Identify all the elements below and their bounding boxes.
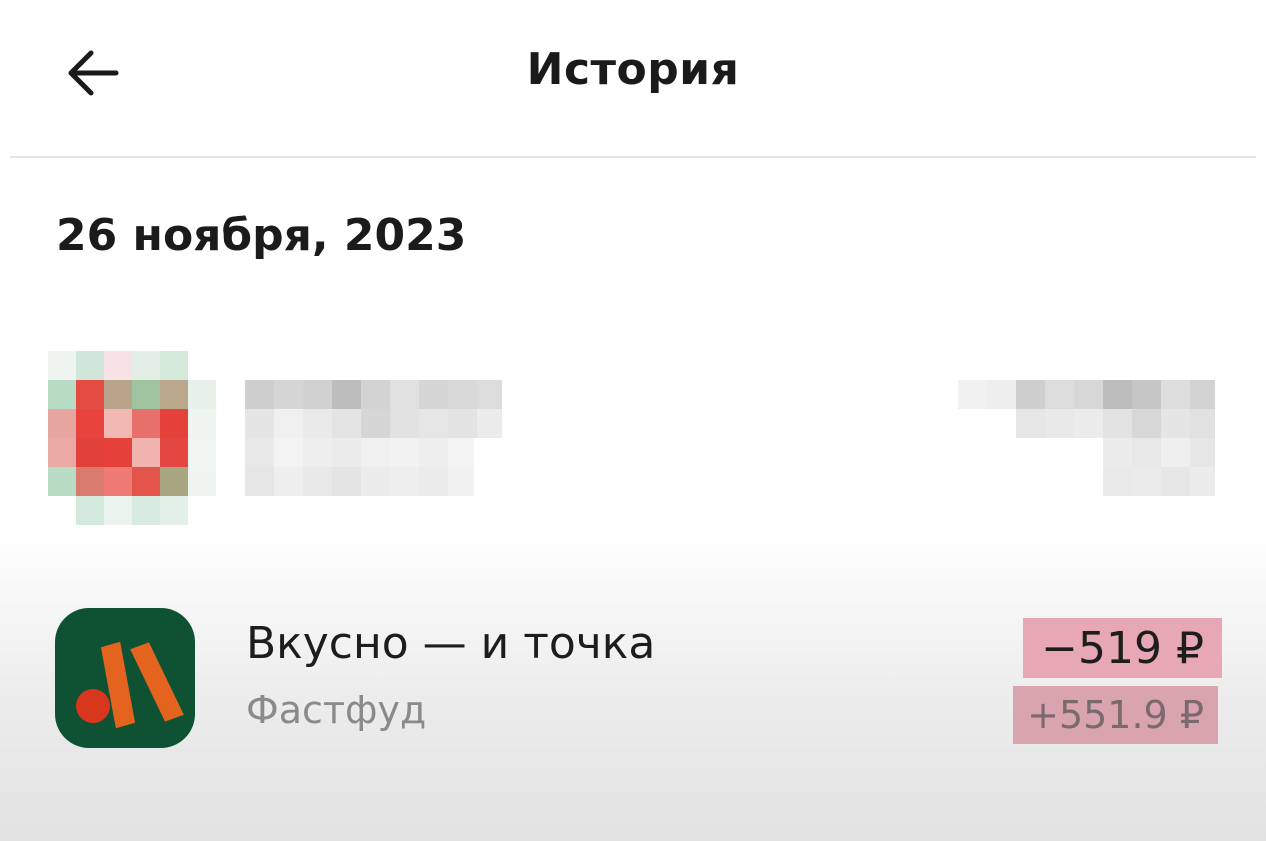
header-divider	[10, 156, 1256, 158]
transaction-row[interactable]: Вкусно — и точка Фастфуд −519 ₽ +551.9 ₽	[0, 600, 1266, 760]
redacted-transaction-row[interactable]	[0, 345, 1266, 530]
merchant-category: Фастфуд	[246, 688, 427, 732]
merchant-name: Вкусно — и точка	[246, 618, 656, 669]
page-title: История	[526, 44, 740, 95]
date-heading: 26 ноября, 2023	[56, 210, 467, 261]
cashback-amount: +551.9 ₽	[1013, 686, 1218, 744]
history-screen: История 26 ноября, 2023 Вкусно — и точка…	[0, 0, 1266, 841]
transaction-amount: −519 ₽	[1023, 618, 1222, 678]
vkusno-i-tochka-logo-icon	[55, 608, 195, 748]
top-app-bar: История	[0, 0, 1266, 158]
